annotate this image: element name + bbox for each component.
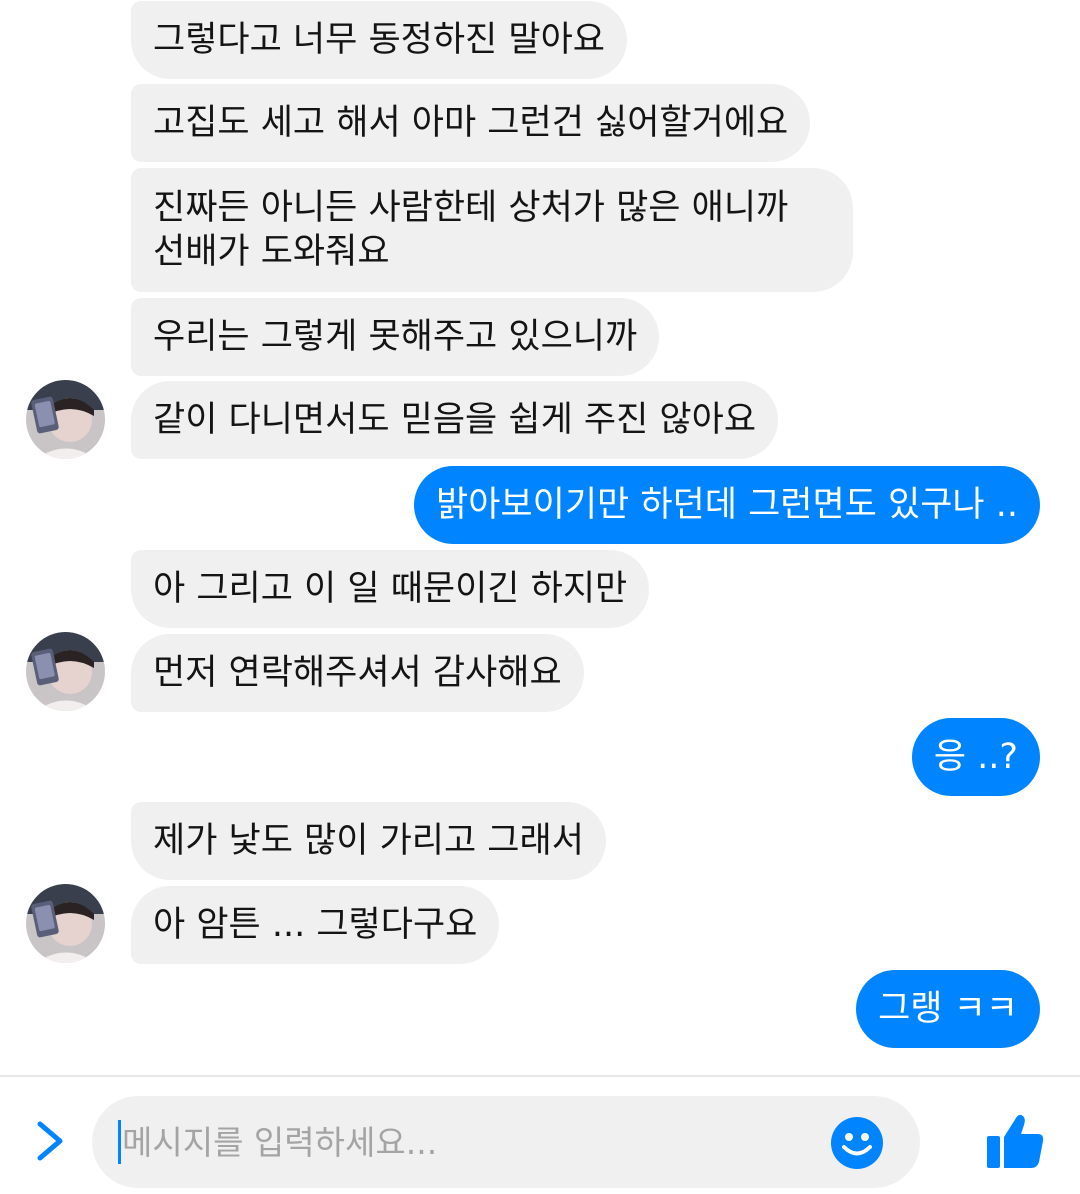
incoming-message: 아 암튼 ... 그렇다구요 [131,886,500,964]
text-cursor [118,1120,121,1164]
incoming-message: 고집도 세고 해서 아마 그런건 싫어할거에요 [131,84,811,162]
contact-avatar[interactable] [26,884,105,963]
composer-divider [0,1075,1080,1077]
incoming-message: 진짜든 아니든 사람한테 상처가 많은 애니까 선배가 도와줘요 [131,168,853,292]
chevron-right-icon[interactable] [28,1118,74,1164]
incoming-message: 우리는 그렇게 못해주고 있으니까 [131,298,660,376]
outgoing-message: 밝아보이기만 하던데 그런면도 있구나 .. [414,466,1040,544]
outgoing-message: 응 ..? [911,718,1040,796]
incoming-message: 제가 낯도 많이 가리고 그래서 [131,802,606,880]
incoming-message: 같이 다니면서도 믿음을 쉽게 주진 않아요 [131,381,779,459]
outgoing-message: 그랭 ㅋㅋ [856,970,1040,1048]
contact-avatar[interactable] [26,380,105,459]
contact-avatar[interactable] [26,632,105,711]
message-input[interactable] [122,1096,822,1188]
thumbs-up-icon[interactable] [985,1110,1047,1172]
incoming-message: 그렇다고 너무 동정하진 말아요 [131,1,627,79]
incoming-message: 먼저 연락해주셔서 감사해요 [131,634,584,712]
message-composer[interactable] [92,1096,920,1188]
incoming-message: 아 그리고 이 일 때문이긴 하지만 [131,550,650,628]
smiley-icon[interactable] [830,1116,884,1170]
